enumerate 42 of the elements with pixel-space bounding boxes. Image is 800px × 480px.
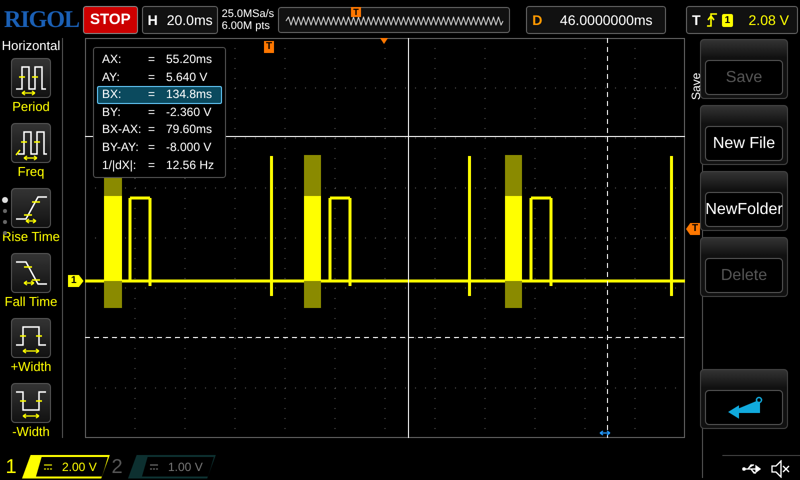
trigger-position-marker: T <box>264 41 274 53</box>
softkey-button[interactable]: NewFolder <box>705 192 783 227</box>
trigger-source-badge: 1 <box>722 14 734 26</box>
trigger-position-marker: T <box>351 7 361 17</box>
trigger-arrow-icon <box>380 38 388 44</box>
readout-row[interactable]: 1/|dX|: = 12.56 Hz <box>97 156 222 174</box>
measure-button[interactable] <box>11 188 51 228</box>
run-stop-button[interactable]: STOP <box>83 6 138 34</box>
delay-value: 46.0000000ms <box>558 10 654 30</box>
timebase-value: 20.0ms <box>166 10 213 30</box>
measure-button[interactable] <box>11 123 51 163</box>
trigger-level-marker: T <box>686 223 700 235</box>
readout-row[interactable]: BY: = -2.360 V <box>97 104 222 122</box>
channel-marker: 1 <box>68 275 84 287</box>
rising-edge-icon <box>706 12 718 28</box>
menu-title: Horizontal <box>2 38 60 54</box>
readout-row[interactable]: AX: = 55.20ms <box>97 51 222 69</box>
measure-button[interactable] <box>11 253 51 293</box>
measure-label: Freq <box>18 165 44 179</box>
measure-button[interactable] <box>11 383 51 423</box>
readout-row[interactable]: AY: = 5.640 V <box>97 68 222 86</box>
measure-label: -Width <box>12 425 50 439</box>
softkey-button[interactable]: New File <box>705 126 783 161</box>
measure-label: +Width <box>10 360 52 374</box>
dc-coupling-icon <box>44 464 52 470</box>
menu-title: Save <box>688 72 704 100</box>
trigger-level: 2.08 V <box>748 10 789 30</box>
return-button[interactable] <box>705 390 783 425</box>
speaker-muted-icon <box>770 460 790 478</box>
sample-rate: 25.0MSa/s <box>222 8 274 20</box>
measure-button[interactable] <box>11 58 51 98</box>
measure-button[interactable] <box>11 318 51 358</box>
dc-coupling-icon <box>150 464 158 470</box>
memory-depth: 6.00M pts <box>222 20 271 32</box>
readout-row[interactable]: BY-AY: = -8.000 V <box>97 138 222 157</box>
usb-icon <box>742 463 762 475</box>
readout-row[interactable]: BX: = 134.8ms <box>97 86 222 104</box>
readout-row[interactable]: BX-AX: = 79.60ms <box>97 121 222 139</box>
brand-logo: RIGOL <box>4 6 80 35</box>
measure-label: Period <box>12 100 50 114</box>
cursor-position-icon <box>599 430 611 436</box>
measure-label: Fall Time <box>4 295 58 309</box>
